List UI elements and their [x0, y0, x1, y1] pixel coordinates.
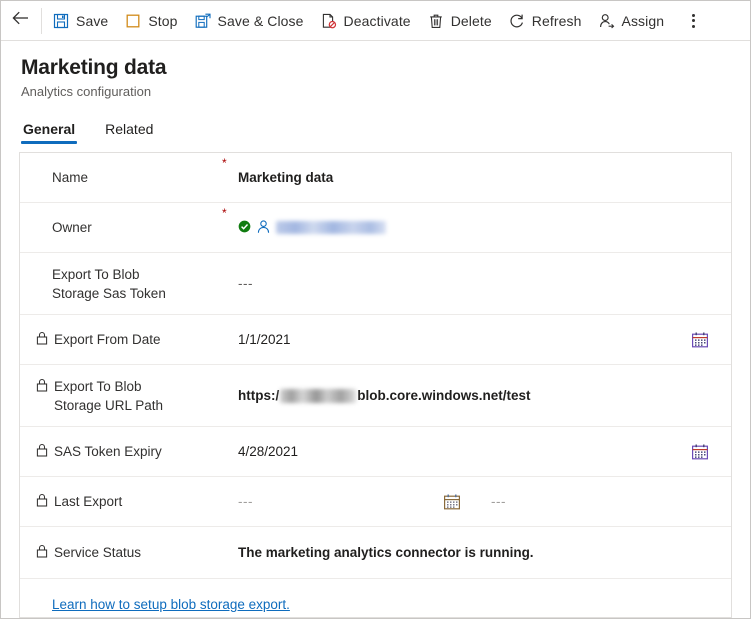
required-marker-sas-token-expiry: *	[222, 431, 238, 443]
required-marker-name: *	[222, 156, 227, 170]
field-value-url-path[interactable]: https:/ blob.core.windows.net/test	[238, 388, 715, 403]
arrow-left-icon	[12, 11, 30, 30]
trash-delete-icon	[427, 12, 445, 30]
deactivate-button[interactable]: Deactivate	[312, 2, 419, 40]
field-row-last-export: Last Export * ---	[20, 477, 731, 527]
field-value-export-from-date[interactable]: 1/1/2021	[238, 332, 715, 347]
deactivate-document-icon	[320, 12, 338, 30]
page-header: Marketing data Analytics configuration	[1, 41, 750, 100]
refresh-button-label: Refresh	[531, 12, 582, 29]
calendar-icon[interactable]	[443, 493, 461, 511]
url-path-account-redacted	[280, 388, 357, 403]
check-circle-icon	[238, 220, 251, 236]
assign-button[interactable]: Assign	[590, 2, 673, 40]
field-label-url-path-line1: Export To Blob	[54, 378, 142, 394]
stop-square-icon	[124, 12, 142, 30]
field-row-owner: Owner *	[20, 203, 731, 253]
assign-button-label: Assign	[621, 12, 665, 29]
field-row-sas-token: Export To Blob Storage Sas Token * ---	[20, 253, 731, 315]
lock-icon	[36, 493, 51, 507]
field-value-service-status: The marketing analytics connector is run…	[238, 545, 534, 560]
save-floppy-icon	[52, 12, 70, 30]
lock-icon	[36, 443, 51, 457]
save-and-close-button-label: Save & Close	[217, 12, 304, 29]
owner-name-redacted	[276, 221, 386, 234]
tab-general-label: General	[23, 121, 76, 137]
field-label-sas-token-expiry: SAS Token Expiry	[36, 442, 222, 461]
field-value-sas-token[interactable]: ---	[238, 276, 715, 291]
field-row-export-from-date: Export From Date * 1/1/2021	[20, 315, 731, 365]
field-label-export-from-date: Export From Date	[36, 330, 222, 349]
field-value-owner[interactable]	[238, 219, 715, 237]
calendar-icon[interactable]	[691, 443, 709, 461]
field-label-url-path: Export To Blob Storage URL Path	[36, 377, 222, 415]
last-export-date-value[interactable]: ---	[238, 494, 443, 509]
field-label-name: Name	[52, 170, 89, 185]
tab-related[interactable]: Related	[103, 121, 155, 144]
field-row-sas-token-expiry: SAS Token Expiry * 4/28/2021	[20, 427, 731, 477]
help-link-row: Learn how to setup blob storage export.	[20, 579, 731, 617]
url-path-suffix: blob.core.windows.net/test	[357, 388, 531, 403]
field-row-name: Name * Marketing data	[20, 153, 731, 203]
url-path-prefix: https:/	[238, 388, 280, 403]
required-marker-owner: *	[222, 206, 227, 220]
field-value-sas-token-expiry[interactable]: 4/28/2021	[238, 444, 715, 459]
refresh-circle-icon	[508, 12, 526, 30]
field-label-sas-token-line2: Storage Sas Token	[52, 285, 166, 301]
page-title: Marketing data	[21, 56, 167, 79]
stop-button-label: Stop	[148, 12, 178, 29]
save-button[interactable]: Save	[44, 2, 116, 40]
field-value-last-export: --- ---	[238, 493, 715, 511]
form-tab-list: General Related	[21, 114, 750, 144]
field-value-name[interactable]: Marketing data	[238, 170, 715, 185]
last-export-time-value[interactable]: ---	[491, 494, 506, 509]
required-marker-url-path: *	[222, 369, 238, 381]
save-button-label: Save	[76, 12, 109, 29]
field-label-owner: Owner	[52, 220, 92, 235]
required-marker-export-from-date: *	[222, 319, 238, 331]
field-row-url-path: Export To Blob Storage URL Path * https:…	[20, 365, 731, 427]
tab-general[interactable]: General	[21, 121, 78, 144]
field-label-service-status: Service Status	[36, 543, 222, 562]
lock-icon	[36, 378, 51, 392]
toolbar-divider	[41, 7, 42, 34]
calendar-icon[interactable]	[691, 331, 709, 349]
blob-storage-export-help-link[interactable]: Learn how to setup blob storage export.	[36, 597, 290, 612]
general-form-card: Name * Marketing data Owner * Export To …	[19, 152, 732, 618]
lock-icon	[36, 544, 51, 558]
delete-button[interactable]: Delete	[419, 2, 500, 40]
person-icon	[256, 219, 271, 237]
required-marker-service-status: *	[222, 531, 238, 543]
lock-icon	[36, 331, 51, 345]
back-button[interactable]	[1, 1, 41, 40]
stop-button[interactable]: Stop	[116, 2, 185, 40]
field-label-sas-token: Export To Blob Storage Sas Token	[36, 265, 222, 303]
required-marker-last-export: *	[222, 481, 238, 493]
field-label-sas-token-line1: Export To Blob	[52, 266, 140, 282]
page-subtitle: Analytics configuration	[21, 84, 152, 99]
record-form-window: Save Stop Save & Close Deactivate Delete…	[0, 0, 751, 619]
tab-related-label: Related	[105, 121, 154, 137]
more-commands-button[interactable]	[678, 2, 708, 40]
refresh-button[interactable]: Refresh	[500, 2, 590, 40]
save-and-close-icon	[194, 12, 212, 30]
field-row-service-status: Service Status * The marketing analytics…	[20, 527, 731, 579]
delete-button-label: Delete	[450, 12, 492, 29]
deactivate-button-label: Deactivate	[343, 12, 411, 29]
command-bar: Save Stop Save & Close Deactivate Delete…	[1, 1, 750, 41]
save-and-close-button[interactable]: Save & Close	[186, 2, 312, 40]
field-label-last-export: Last Export	[36, 492, 222, 511]
field-label-url-path-line2: Storage URL Path	[54, 397, 164, 413]
more-vertical-icon	[691, 13, 695, 28]
required-marker-sas-token: *	[222, 257, 238, 269]
assign-person-icon	[598, 12, 616, 30]
